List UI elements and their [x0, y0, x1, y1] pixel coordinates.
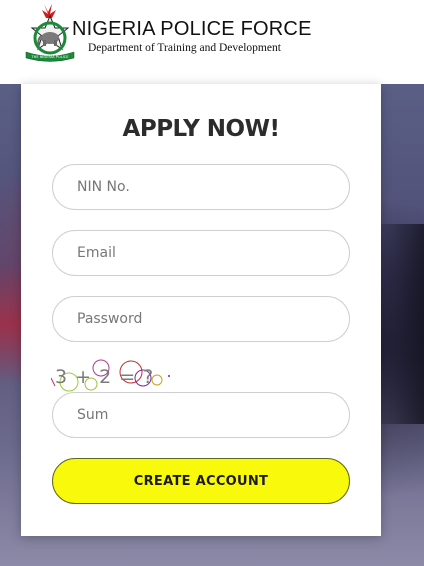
captcha-image: 3 + 2 = ?	[51, 356, 181, 392]
password-input[interactable]	[53, 297, 327, 341]
email-input[interactable]	[53, 231, 327, 275]
nin-field	[52, 164, 350, 210]
site-header: THE NIGERIA POLICE NIGERIA POLICE FORCE …	[0, 0, 424, 84]
signup-card: APPLY NOW! 3 + 2 = ? CREATE ACCOUNT	[21, 84, 381, 536]
organization-name: NIGERIA POLICE FORCE	[72, 18, 312, 40]
police-crest-logo: THE NIGERIA POLICE	[25, 4, 75, 62]
nin-input[interactable]	[53, 165, 327, 209]
background-red-detail	[0, 264, 22, 384]
background-dark-detail	[380, 224, 424, 424]
create-account-button[interactable]: CREATE ACCOUNT	[52, 458, 350, 504]
email-field	[52, 230, 350, 276]
department-name: Department of Training and Development	[88, 42, 281, 54]
crest-motto-text: THE NIGERIA POLICE	[30, 55, 69, 59]
sum-input[interactable]	[53, 393, 327, 437]
form-title: APPLY NOW!	[122, 116, 280, 142]
captcha-challenge: 3 + 2 = ?	[55, 366, 155, 388]
sum-field	[52, 392, 350, 438]
password-field	[52, 296, 350, 342]
